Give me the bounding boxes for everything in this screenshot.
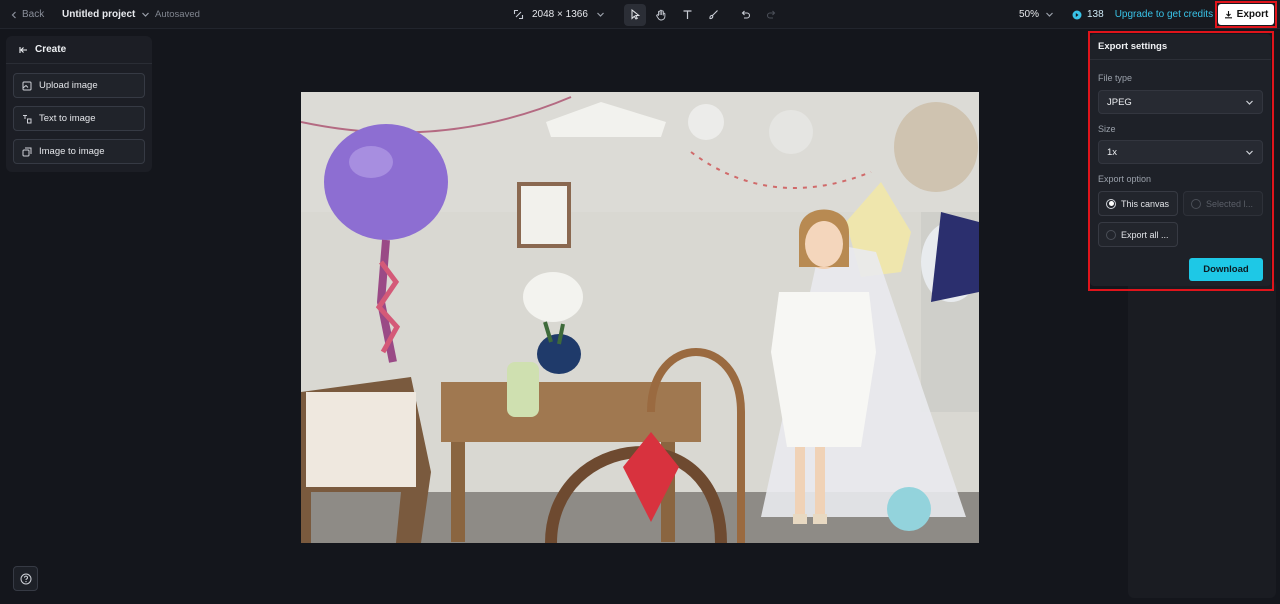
brush-icon [708,10,718,20]
undo-icon [741,10,750,19]
upgrade-link[interactable]: Upgrade to get credits [1115,9,1213,20]
canvas-size: 2048 × 1366 [532,9,588,20]
image-to-image-icon [22,147,32,156]
chevron-down-icon [1046,12,1053,17]
export-button-highlight [1215,1,1277,28]
image-to-image-button[interactable]: Image to image [13,139,145,164]
upload-image-icon [22,81,32,90]
back-button[interactable]: Back [10,0,44,29]
canvas-size-dropdown[interactable]: 2048 × 1366 [513,0,605,29]
export-settings-highlight [1088,31,1274,291]
right-panel [1128,280,1276,598]
redo-button[interactable] [760,4,782,26]
text-tool[interactable] [676,4,698,26]
credits-area: 138 Upgrade to get credits [1072,0,1213,29]
pointer-icon [631,9,640,20]
top-toolbar: Back Untitled project Autosaved 2048 × 1… [0,0,1280,29]
text-to-image-label: Text to image [39,113,96,124]
upload-image-label: Upload image [39,80,98,91]
text-icon [683,10,691,19]
chevron-down-icon [142,12,150,17]
select-tool[interactable] [624,3,646,26]
credit-count: 138 [1087,9,1104,20]
arrow-left-icon [19,46,27,53]
redo-icon [766,10,775,19]
create-header[interactable]: Create [6,36,152,64]
create-panel: Create Upload image Text to image Image … [6,36,152,172]
resize-icon [513,9,524,20]
canvas-image[interactable] [301,92,979,543]
party-photo [301,92,979,543]
chevron-left-icon [11,11,16,18]
create-title: Create [35,44,67,55]
question-icon [20,573,31,584]
project-title: Untitled project [62,9,136,20]
upload-image-button[interactable]: Upload image [13,73,145,98]
zoom-level: 50% [1019,9,1040,20]
canvas-tools [624,0,782,29]
brush-tool[interactable] [702,4,724,26]
undo-button[interactable] [734,4,756,26]
text-to-image-button[interactable]: Text to image [13,106,145,131]
credits-icon [1072,10,1082,19]
zoom-dropdown[interactable]: 50% [1019,0,1054,29]
chevron-down-icon [596,12,604,17]
image-to-image-label: Image to image [39,146,105,157]
text-to-image-icon [23,114,32,123]
hand-icon [656,9,666,20]
hand-tool[interactable] [650,4,672,26]
back-label: Back [22,9,45,20]
autosave-status: Autosaved [155,9,200,20]
project-title-dropdown[interactable]: Untitled project [62,0,150,29]
help-button[interactable] [13,566,38,591]
